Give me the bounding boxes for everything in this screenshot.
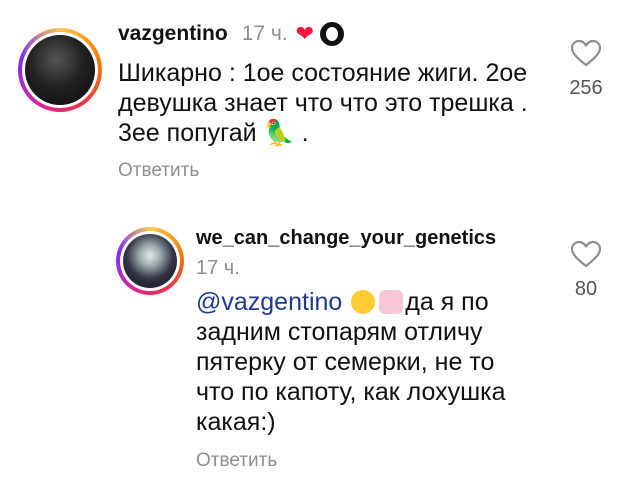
- comment-text-line: пятерку от семерки, не то: [196, 348, 495, 376]
- like-column: 80: [556, 241, 616, 301]
- comment-text-line: какая:): [196, 408, 276, 436]
- comment-text-line: да я по: [405, 288, 489, 316]
- comment-text-line: девушка знает что что это трешка .: [118, 89, 528, 117]
- like-count: 80: [574, 278, 598, 300]
- timestamp: 17 ч.: [241, 22, 288, 45]
- face-icon: [320, 22, 345, 46]
- comments-list: vazgentino 17 ч. ❤ Шикарно : 1ое состоян…: [0, 0, 640, 478]
- comment-text: @vazgentino да я по задним стопарям отли…: [196, 287, 546, 437]
- avatar-frame: [22, 32, 98, 108]
- timestamp: 17 ч.: [196, 257, 240, 279]
- comment-text-line: 3ее попугай 🦜 .: [118, 119, 309, 147]
- reply-button[interactable]: Ответить: [118, 160, 199, 182]
- comment-item: we_can_change_your_genetics 17 ч. @vazge…: [0, 205, 640, 478]
- mention-link[interactable]: @vazgentino: [196, 288, 342, 316]
- avatar-frame: [120, 231, 180, 291]
- heart-icon: ❤: [295, 21, 315, 46]
- comment-header: vazgentino 17 ч. ❤: [118, 21, 345, 46]
- avatar: [123, 234, 177, 288]
- like-heart-icon[interactable]: [571, 40, 601, 67]
- like-column: 256: [556, 40, 616, 100]
- avatar-story-ring[interactable]: [18, 28, 102, 112]
- comment-item: vazgentino 17 ч. ❤ Шикарно : 1ое состоян…: [0, 0, 640, 200]
- comment-text-line: Шикарно : 1ое состояние жиги. 2ое: [118, 59, 528, 87]
- comment-text-line: что по капоту, как лохушка: [196, 378, 506, 406]
- like-count: 256: [569, 77, 603, 99]
- comment-text: Шикарно : 1ое состояние жиги. 2ое девушк…: [118, 58, 558, 148]
- username[interactable]: vazgentino: [118, 22, 228, 46]
- comment-text-line: задним стопарям отличу: [196, 318, 483, 346]
- username[interactable]: we_can_change_your_genetics: [196, 227, 496, 250]
- avatar-story-ring[interactable]: [116, 227, 184, 295]
- reply-button[interactable]: Ответить: [196, 450, 277, 472]
- laughing-emoji-icon: [351, 290, 376, 314]
- shrug-emoji-icon: [379, 290, 404, 314]
- like-heart-icon[interactable]: [571, 241, 601, 268]
- avatar: [25, 35, 95, 105]
